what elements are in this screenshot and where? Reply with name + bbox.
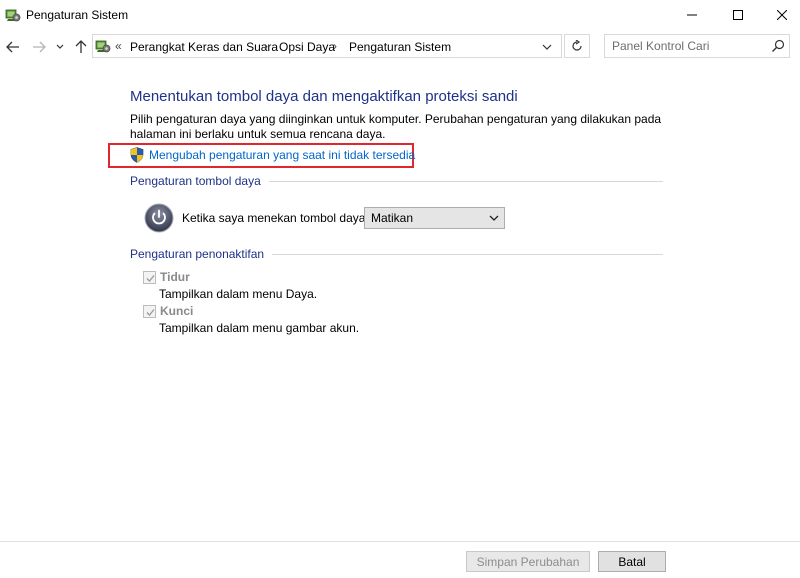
- search-input[interactable]: [605, 35, 765, 57]
- breadcrumb-hardware-sound[interactable]: Perangkat Keras dan Suara: [130, 40, 278, 54]
- breadcrumb-separator[interactable]: ›: [264, 39, 268, 53]
- refresh-button[interactable]: [564, 34, 590, 58]
- chevron-down-icon: [542, 44, 552, 50]
- lock-checkbox[interactable]: [143, 304, 156, 318]
- window-title: Pengaturan Sistem: [26, 8, 129, 22]
- section-divider: [268, 180, 663, 182]
- control-panel-icon: [5, 9, 21, 22]
- minimize-icon: [687, 14, 697, 16]
- forward-button[interactable]: [30, 38, 48, 56]
- breadcrumb-overflow[interactable]: «: [115, 39, 122, 53]
- save-changes-button[interactable]: Simpan Perubahan: [466, 551, 590, 572]
- section-heading-text: Pengaturan tombol daya: [130, 174, 261, 188]
- breadcrumb-separator[interactable]: ›: [333, 39, 337, 53]
- breadcrumb-system-settings[interactable]: Pengaturan Sistem: [349, 40, 451, 54]
- navigation-bar: « Perangkat Keras dan Suara › Opsi Daya …: [0, 30, 800, 66]
- control-panel-icon: [95, 40, 111, 53]
- select-value: Matikan: [371, 211, 414, 225]
- sleep-description: Tampilkan dalam menu Daya.: [159, 287, 318, 301]
- chevron-down-icon: [56, 44, 64, 49]
- change-unavailable-settings-link[interactable]: Mengubah pengaturan yang saat ini tidak …: [130, 146, 415, 164]
- address-bar[interactable]: « Perangkat Keras dan Suara › Opsi Daya …: [92, 34, 562, 58]
- power-button-action-label: Ketika saya menekan tombol daya:: [182, 211, 369, 225]
- lock-description: Tampilkan dalam menu gambar akun.: [159, 321, 360, 335]
- maximize-button[interactable]: [720, 0, 756, 30]
- section-divider: [272, 253, 663, 255]
- sleep-option[interactable]: Tidur: [143, 270, 190, 284]
- address-history-button[interactable]: [539, 40, 555, 54]
- cancel-button[interactable]: Batal: [598, 551, 666, 572]
- up-button[interactable]: [72, 38, 90, 56]
- uac-link-text[interactable]: Mengubah pengaturan yang saat ini tidak …: [149, 148, 415, 162]
- check-icon: [146, 274, 155, 282]
- title-bar: Pengaturan Sistem: [0, 0, 800, 30]
- arrow-right-icon: [33, 41, 46, 53]
- lock-label: Kunci: [160, 304, 194, 318]
- recent-locations-button[interactable]: [54, 38, 66, 56]
- refresh-icon: [572, 40, 582, 51]
- page-description: Pilih pengaturan daya yang diinginkan un…: [130, 112, 662, 141]
- power-button-action-select[interactable]: Matikan: [364, 207, 505, 229]
- uac-shield-icon: [130, 147, 144, 163]
- check-icon: [146, 308, 155, 316]
- close-icon: [777, 10, 787, 20]
- section-heading-power-button: Pengaturan tombol daya: [130, 174, 663, 188]
- maximize-icon: [733, 10, 743, 20]
- arrow-up-icon: [75, 40, 87, 53]
- sleep-label: Tidur: [160, 270, 190, 284]
- section-heading-text: Pengaturan penonaktifan: [130, 247, 265, 261]
- arrow-left-icon: [6, 41, 19, 53]
- sleep-checkbox[interactable]: [143, 270, 156, 284]
- close-button[interactable]: [764, 0, 800, 30]
- chevron-down-icon: [489, 215, 499, 221]
- page-title: Menentukan tombol daya dan mengaktifkan …: [130, 88, 518, 105]
- lock-option[interactable]: Kunci: [143, 304, 193, 318]
- search-icon[interactable]: [771, 39, 785, 53]
- back-button[interactable]: [4, 38, 22, 56]
- breadcrumb-power-options[interactable]: Opsi Daya: [279, 40, 335, 54]
- search-box[interactable]: [604, 34, 790, 58]
- minimize-button[interactable]: [674, 0, 710, 30]
- footer-divider: [0, 541, 800, 542]
- section-heading-shutdown: Pengaturan penonaktifan: [130, 247, 663, 261]
- power-button-icon: [144, 203, 174, 233]
